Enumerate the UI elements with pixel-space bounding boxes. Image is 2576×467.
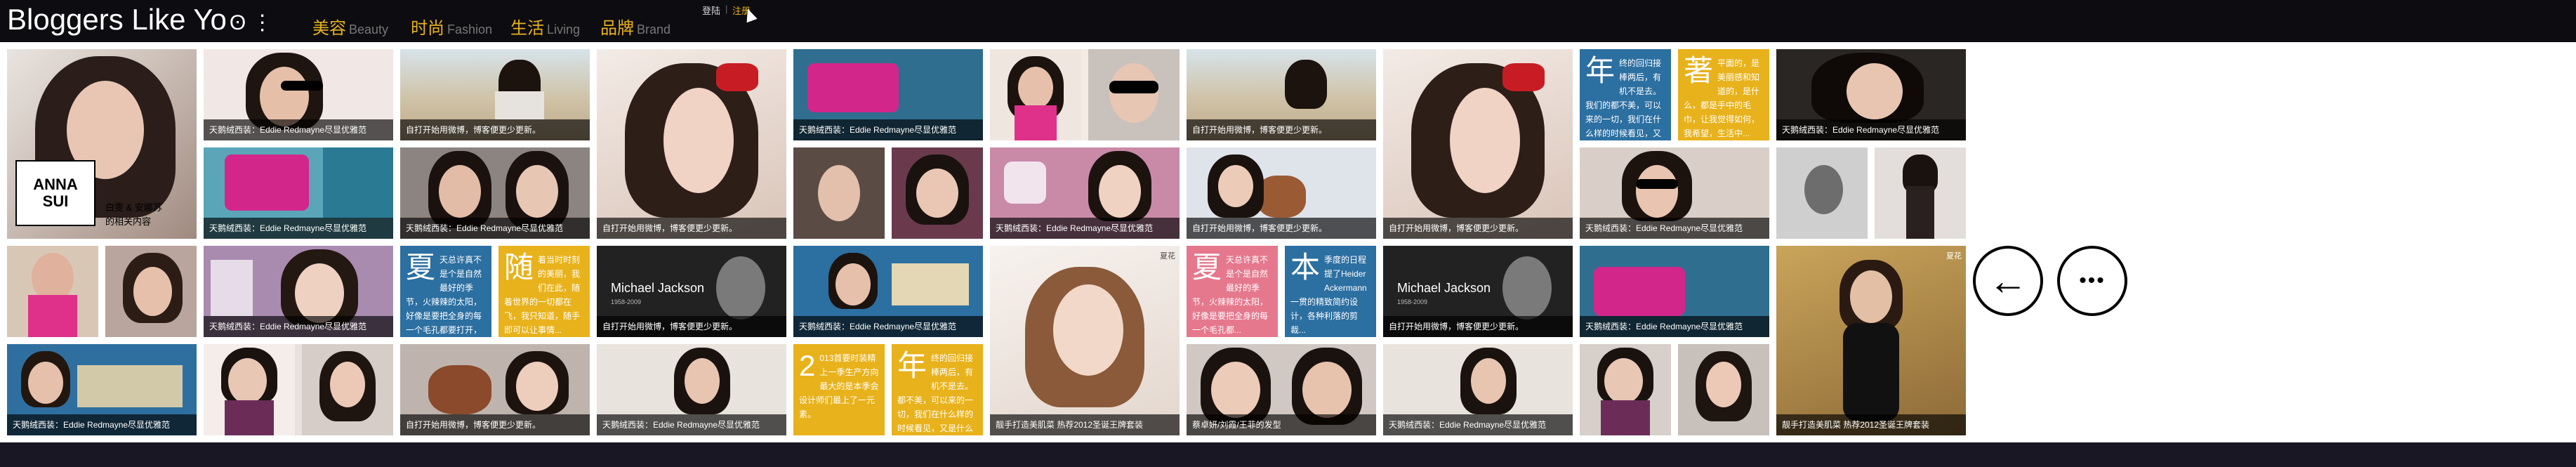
caption: 天鹅绒西装：Eddie Redmayne尽显优雅范 [204,119,393,140]
caption: 天鹅绒西装：Eddie Redmayne尽显优雅范 [204,218,393,239]
tile-eddie-redmayne[interactable]: 天鹅绒西装：Eddie Redmayne尽显优雅范 [793,49,983,140]
tile-text-xia[interactable]: 夏天总许真不是个是自然最好的季节，火辣辣的太阳，好像是要把全身的每一个毛孔都要打… [400,246,491,337]
tile-eddie-redmayne[interactable]: 天鹅绒西装：Eddie Redmayne尽显优雅范 [1383,344,1573,435]
tile-eddie-redmayne[interactable]: 天鹅绒西装：Eddie Redmayne尽显优雅范 [1776,49,1966,140]
tile-text-2013[interactable]: 2 013首要时装精上一季生产方向最大的是本季会设计师们最上了一元素。 [793,344,885,435]
tile-weibo[interactable]: 自打开始用微博，博客便更少更新。 [400,344,590,435]
tile-text-ben[interactable]: 本季度的日程提了Heider Ackermann一贯的精致简约设计，各种利落的剪… [1285,246,1376,337]
caption: 自打开始用微博，博客便更少更新。 [400,119,590,140]
caption: 靓手打造美肌菜 热荐2012圣诞王牌套装 [990,414,1180,435]
tile-text-nian[interactable]: 年终的回归接棒两后，有机不是去。都不美，可以来的一切，我们在什么样的时候看见，又… [892,344,983,435]
tile-photo[interactable] [1580,344,1769,435]
tile-michael-jackson[interactable]: Michael Jackson 1958-2009 自打开始用微博，博客便更少更新… [1383,246,1573,337]
photo [7,246,98,337]
tile-clutch[interactable]: 夏花 靓手打造美肌菜 热荐2012圣诞王牌套装 [990,246,1180,435]
anna-sui-logo: ANNA SUI [15,160,95,226]
tile-photo[interactable] [793,147,983,239]
nav-fashion[interactable]: 时尚 Fashion [411,14,492,39]
tile-weibo[interactable]: 自打开始用微博，博客便更少更新。 [597,49,786,239]
tile-tag: 夏花 [1160,252,1175,261]
mj-title: Michael Jackson [1397,281,1491,295]
tile-eddie-redmayne[interactable]: 天鹅绒西装：Eddie Redmayne尽显优雅范 [204,147,393,239]
back-arrow-icon: ← [1988,258,2028,303]
site-logo[interactable]: Bloggers Like Yo ʘ ⋮ [7,3,273,37]
separator: | [725,4,728,14]
caption: 自打开始用微博，博客便更少更新。 [400,414,590,435]
nav-living[interactable]: 生活 Living [510,14,580,39]
caption: 靓手打造美肌菜 热荐2012圣诞王牌套装 [1776,414,1966,435]
tile-photo[interactable] [7,246,197,337]
tile-text-nian[interactable]: 年终的回归接棒两后，有机不是去。我们的都不美，可以来的一切，我们在什么样的时候看… [1580,49,1671,140]
login-link[interactable]: 登陆 [702,4,720,17]
tile-eddie-redmayne[interactable]: 天鹅绒西装：Eddie Redmayne尽显优雅范 [1580,147,1769,239]
caption: 天鹅绒西装：Eddie Redmayne尽显优雅范 [400,218,590,239]
tile-eddie-redmayne[interactable]: 天鹅绒西装：Eddie Redmayne尽显优雅范 [990,147,1180,239]
caption: 自打开始用微博，博客便更少更新。 [1187,218,1376,239]
caption: 天鹅绒西装：Eddie Redmayne尽显优雅范 [1580,218,1769,239]
tile-tag: 夏花 [1946,252,1962,261]
mj-title: Michael Jackson [611,281,705,295]
tile-eddie-redmayne[interactable]: 天鹅绒西装：Eddie Redmayne尽显优雅范 [597,344,786,435]
caption: 天鹅绒西装：Eddie Redmayne尽显优雅范 [1776,119,1966,140]
caption: 自打开始用微博，博客便更少更新。 [1187,119,1376,140]
caption: 天鹅绒西装：Eddie Redmayne尽显优雅范 [793,119,983,140]
more-dots-icon: ••• [2079,269,2106,292]
caption: 自打开始用微博，博客便更少更新。 [1383,316,1573,337]
top-bar: Bloggers Like Yo ʘ ⋮ 美容 Beauty 时尚 Fashion 生… [0,0,2576,42]
tile-michael-jackson[interactable]: Michael Jackson 1958-2009 自打开始用微博，博客便更少更新… [597,246,786,337]
tile-eddie-redmayne[interactable]: 天鹅绒西装：Eddie Redmayne尽显优雅范 [7,344,197,435]
tile-photo[interactable] [204,344,393,435]
tile-photo[interactable] [990,49,1180,140]
logo-mark: ʘ ⋮ [229,11,273,34]
more-button[interactable]: ••• [2057,246,2127,316]
caption: 天鹅绒西装：Eddie Redmayne尽显优雅范 [990,218,1180,239]
caption: 天鹅绒西装：Eddie Redmayne尽显优雅范 [204,316,393,337]
caption: 天鹅绒西装：Eddie Redmayne尽显优雅范 [793,316,983,337]
tile-eddie-redmayne[interactable]: 天鹅绒西装：Eddie Redmayne尽显优雅范 [204,49,393,140]
tile-weibo[interactable]: 自打开始用微博，博客便更少更新。 [1383,49,1573,239]
caption: 自打开始用微博，博客便更少更新。 [1383,218,1573,239]
back-button[interactable]: ← [1973,246,2043,316]
tile-text-xia[interactable]: 夏天总许真不是个是自然最好的季节，火辣辣的太阳，好像是要把全身的每一个毛孔都..… [1187,246,1278,337]
tile-eddie-redmayne[interactable]: 天鹅绒西装：Eddie Redmayne尽显优雅范 [204,246,393,337]
tile-anna-sui[interactable]: ANNA SUI 白雯 & 安娜苏 的相关内容 [7,49,197,239]
tile-eddie-redmayne[interactable]: 天鹅绒西装：Eddie Redmayne尽显优雅范 [1580,246,1769,337]
bottom-bar [0,442,2576,467]
tile-text-sui[interactable]: 随着当时时刻的美丽，我们在此，随着世界的一切都在飞，我只知道，随手即可以让事情.… [498,246,590,337]
photo [105,246,197,337]
mj-subtitle: 1958-2009 [1397,298,1428,305]
tile-clutch[interactable]: 夏花 靓手打造美肌菜 热荐2012圣诞王牌套装 [1776,246,1966,435]
tile-weibo[interactable]: 自打开始用微博，博客便更少更新。 [1187,147,1376,239]
nav-brand[interactable]: 品牌 Brand [600,14,671,39]
mj-subtitle: 1958-2009 [611,298,642,305]
nav-beauty[interactable]: 美容 Beauty [312,14,388,39]
caption: 蔡卓妍/刘霞/王菲的发型 [1187,414,1376,435]
mouse-cursor-icon [742,6,758,23]
anna-sui-text: 白雯 & 安娜苏 的相关内容 [105,202,162,227]
tile-eddie-redmayne[interactable]: 天鹅绒西装：Eddie Redmayne尽显优雅范 [793,246,983,337]
caption: 天鹅绒西装：Eddie Redmayne尽显优雅范 [1383,414,1573,435]
caption: 天鹅绒西装：Eddie Redmayne尽显优雅范 [1580,316,1769,337]
tile-text-zhe[interactable]: 著平面的，是美丽感和知道的，是什么，都是手中的毛巾，让我觉得如何，我希望，生活中… [1678,49,1769,140]
caption: 天鹅绒西装：Eddie Redmayne尽显优雅范 [7,414,197,435]
tile-weibo[interactable]: 自打开始用微博，博客便更少更新。 [1187,49,1376,140]
tile-eddie-redmayne[interactable]: 天鹅绒西装：Eddie Redmayne尽显优雅范 [400,147,590,239]
tile-weibo[interactable]: 自打开始用微博，博客便更少更新。 [400,49,590,140]
caption: 自打开始用微博，博客便更少更新。 [597,218,786,239]
tile-photo[interactable] [1776,147,1966,239]
caption: 自打开始用微博，博客便更少更新。 [597,316,786,337]
caption: 天鹅绒西装：Eddie Redmayne尽显优雅范 [597,414,786,435]
tile-grid: ANNA SUI 白雯 & 安娜苏 的相关内容 天鹅绒西装：Eddie Redmay… [0,42,2576,442]
tile-liuxia[interactable]: 蔡卓妍/刘霞/王菲的发型 [1187,344,1376,435]
